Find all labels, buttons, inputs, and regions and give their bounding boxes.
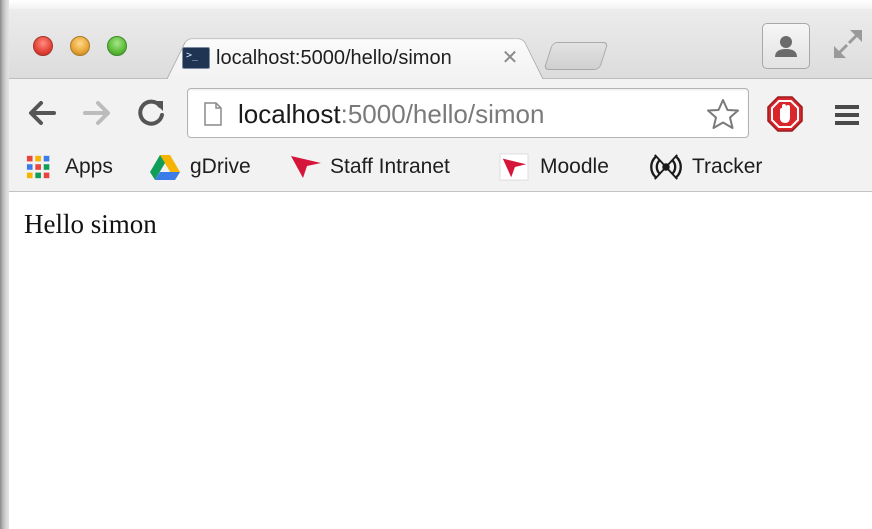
forward-arrow-icon [79,95,115,131]
bookmark-moodle[interactable]: Moodle [498,146,620,188]
back-button[interactable] [24,95,60,131]
address-bar[interactable]: localhost:5000/hello/simon [187,88,749,138]
bookmark-gdrive[interactable]: gDrive [149,146,264,188]
url-host: localhost [238,99,341,129]
moodle-icon [498,153,530,181]
adblock-stop-hand-icon [766,95,804,133]
new-tab-button[interactable] [543,42,608,70]
hamburger-menu-icon [833,100,861,130]
person-icon [763,24,809,68]
bookmark-staff-intranet[interactable]: Staff Intranet [290,146,470,188]
bookmark-star-icon[interactable] [705,98,741,130]
forward-button[interactable] [79,95,115,131]
tab-title: localhost:5000/hello/simon [216,46,488,70]
reload-icon [133,95,169,131]
back-arrow-icon [24,95,60,131]
tab-active[interactable]: >_ localhost:5000/hello/simon ✕ [180,40,530,74]
adblock-extension-button[interactable] [766,95,804,133]
window-minimize-button[interactable] [70,36,90,56]
window-close-button[interactable] [33,36,53,56]
window-left-edge [0,0,9,529]
bookmark-apps[interactable]: Apps [26,146,122,188]
fullscreen-arrows-icon [830,26,866,62]
page-icon [202,102,224,126]
chrome-menu-button[interactable] [833,100,861,130]
google-drive-icon [149,153,181,181]
reload-button[interactable] [133,95,169,131]
favicon-prompt-glyph: >_ [186,50,198,62]
window-zoom-button[interactable] [107,36,127,56]
page-content [9,192,872,529]
bookmark-label: Tracker [692,155,762,179]
url-text[interactable]: localhost:5000/hello/simon [238,99,544,129]
terminal-favicon-icon: >_ [182,47,210,69]
tab-close-icon[interactable]: ✕ [498,45,522,69]
bookmark-label: Staff Intranet [330,155,450,179]
profile-button[interactable] [762,23,810,69]
window-top-edge [0,0,872,9]
apps-grid-icon [26,153,54,181]
bookmark-label: gDrive [190,155,251,179]
url-path: :5000/hello/simon [341,99,545,129]
bookmark-tracker[interactable]: Tracker [650,146,775,188]
red-flag-icon [290,153,322,181]
page-body-text: Hello simon [24,208,157,240]
bookmark-label: Moodle [540,155,609,179]
fullscreen-button[interactable] [830,26,866,62]
tracker-icon [650,153,682,181]
bookmark-label: Apps [65,155,113,179]
browser-window: >_ localhost:5000/hello/simon ✕ localhos… [0,0,872,529]
